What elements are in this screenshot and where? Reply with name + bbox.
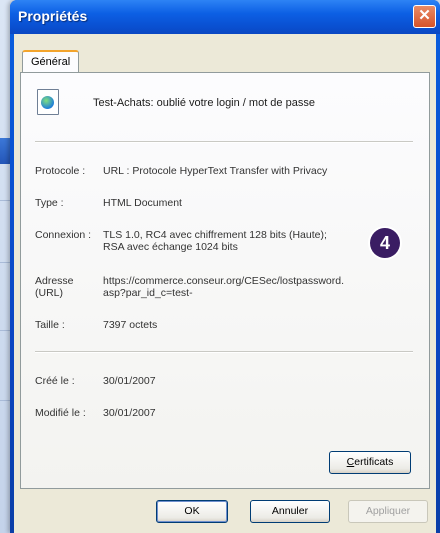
address-value-line1: https://commerce.conseur.org/CESec/lostp… xyxy=(103,275,345,287)
dialog-client-area: Général Test-Achats: oublié votre login … xyxy=(14,34,436,533)
size-value: 7397 octets xyxy=(103,319,158,331)
separator xyxy=(35,141,413,143)
close-icon: ✕ xyxy=(418,7,431,24)
connection-value: TLS 1.0, RC4 avec chiffrement 128 bits (… xyxy=(103,229,403,253)
connection-value-line2: RSA avec échange 1024 bits xyxy=(103,241,238,253)
connection-label: Connexion : xyxy=(35,229,92,241)
apply-button: Appliquer xyxy=(348,500,428,523)
created-value: 30/01/2007 xyxy=(103,375,156,387)
size-label: Taille : xyxy=(35,319,65,331)
cancel-button[interactable]: Annuler xyxy=(250,500,330,523)
address-label-line2: (URL) xyxy=(35,287,63,299)
type-value: HTML Document xyxy=(103,197,182,209)
callout-badge: 4 xyxy=(370,228,400,258)
address-label-line1: Adresse xyxy=(35,275,74,287)
modified-value: 30/01/2007 xyxy=(103,407,156,419)
created-label: Créé le : xyxy=(35,375,75,387)
address-value: https://commerce.conseur.org/CESec/lostp… xyxy=(103,275,403,299)
tab-general[interactable]: Général xyxy=(22,50,80,72)
globe-icon xyxy=(41,96,54,109)
properties-dialog: Propriétés ✕ Général Test-Achats: oublié… xyxy=(10,0,440,533)
tab-panel-general: Test-Achats: oublié votre login / mot de… xyxy=(20,72,430,489)
address-value-line2: asp?par_id_c=test- xyxy=(103,287,193,299)
certificates-button[interactable]: Certificats xyxy=(329,451,411,474)
ok-button[interactable]: OK xyxy=(156,500,228,523)
protocol-label: Protocole : xyxy=(35,165,86,177)
connection-value-line1: TLS 1.0, RC4 avec chiffrement 128 bits (… xyxy=(103,229,327,241)
html-document-icon xyxy=(37,89,59,115)
document-title: Test-Achats: oublié votre login / mot de… xyxy=(93,97,315,109)
separator xyxy=(35,351,413,353)
window-title: Propriétés xyxy=(18,8,88,24)
type-label: Type : xyxy=(35,197,64,209)
title-bar[interactable]: Propriétés ✕ xyxy=(10,0,440,34)
address-label: Adresse (URL) xyxy=(35,275,74,299)
protocol-value: URL : Protocole HyperText Transfer with … xyxy=(103,165,328,177)
modified-label: Modifié le : xyxy=(35,407,86,419)
close-button[interactable]: ✕ xyxy=(413,5,436,28)
